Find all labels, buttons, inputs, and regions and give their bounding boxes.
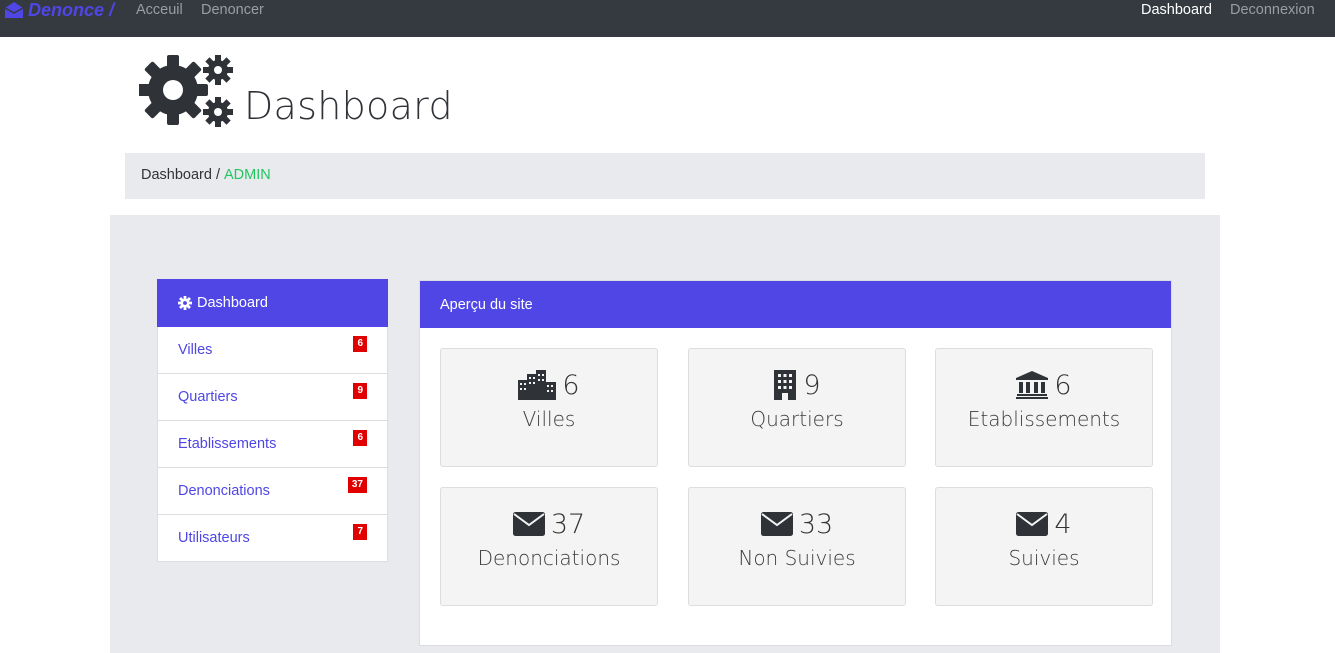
- count-badge: 7: [353, 524, 367, 540]
- sidebar-item-label: Denonciations: [178, 483, 270, 499]
- count-badge: 6: [353, 336, 367, 352]
- envelope-open-icon: [4, 2, 24, 18]
- count-badge: 37: [347, 477, 367, 493]
- stat-card-denonciations[interactable]: 37 Denonciations: [440, 487, 658, 606]
- sidebar-item-villes[interactable]: Villes 6: [157, 327, 388, 374]
- sidebar-item-etablissements[interactable]: Etablissements 6: [157, 421, 388, 468]
- sidebar: Dashboard Villes 6 Quartiers 9 Etablisse…: [157, 279, 388, 562]
- stat-card-villes[interactable]: 6 Villes: [440, 348, 658, 467]
- sidebar-item-utilisateurs[interactable]: Utilisateurs 7: [157, 515, 388, 562]
- navbar: Denonce / Acceuil Denoncer Dashboard Dec…: [0, 0, 1335, 37]
- stat-card-suivies[interactable]: 4 Suivies: [935, 487, 1153, 606]
- city-icon: [518, 370, 557, 400]
- building-icon: [774, 370, 797, 400]
- nav-deconnexion-link[interactable]: Deconnexion: [1230, 2, 1315, 18]
- sidebar-item-denonciations[interactable]: Denonciations 37: [157, 468, 388, 515]
- stat-value: 4: [1054, 508, 1072, 540]
- overview-title: Aperçu du site: [440, 296, 533, 313]
- stat-label: Non Suivies: [738, 546, 856, 570]
- stat-value: 37: [550, 508, 586, 540]
- sidebar-item-label: Etablissements: [178, 436, 277, 452]
- stat-card-quartiers[interactable]: 9 Quartiers: [688, 348, 906, 467]
- count-badge: 6: [353, 430, 367, 446]
- overview-header: Aperçu du site: [420, 281, 1171, 328]
- sidebar-item-quartiers[interactable]: Quartiers 9: [157, 374, 388, 421]
- stat-value: 9: [803, 369, 821, 401]
- sidebar-item-label: Quartiers: [178, 389, 238, 405]
- overview-card: Aperçu du site 6 Villes 9 Quartiers 6 Et…: [419, 280, 1172, 646]
- envelope-icon: [1016, 512, 1049, 536]
- nav-denoncer-link[interactable]: Denoncer: [201, 2, 264, 18]
- nav-acceuil-link[interactable]: Acceuil: [136, 2, 183, 18]
- stat-label: Denonciations: [477, 546, 621, 570]
- envelope-icon: [512, 512, 545, 536]
- cogs-icon: [139, 55, 233, 127]
- stat-card-non-suivies[interactable]: 33 Non Suivies: [688, 487, 906, 606]
- university-icon: [1016, 371, 1049, 399]
- brand-text: Denonce /: [28, 0, 115, 20]
- page-title: Dashboard: [244, 84, 453, 128]
- breadcrumb-separator: /: [215, 167, 220, 183]
- sidebar-item-label: Villes: [178, 342, 213, 358]
- sidebar-title: Dashboard: [197, 295, 268, 311]
- count-badge: 9: [353, 383, 367, 399]
- breadcrumb-current: ADMIN: [223, 167, 271, 183]
- stat-label: Villes: [522, 407, 576, 431]
- stat-card-etablissements[interactable]: 6 Etablissements: [935, 348, 1153, 467]
- stat-label: Etablissements: [967, 407, 1121, 431]
- stat-value: 6: [562, 369, 580, 401]
- breadcrumb-root[interactable]: Dashboard: [141, 167, 212, 183]
- envelope-icon: [760, 512, 793, 536]
- stat-value: 6: [1054, 369, 1072, 401]
- breadcrumb: Dashboard / ADMIN: [125, 153, 1205, 199]
- brand-link[interactable]: Denonce /: [4, 0, 114, 20]
- stat-label: Suivies: [1008, 546, 1080, 570]
- nav-dashboard-link[interactable]: Dashboard: [1141, 2, 1212, 18]
- stat-value: 33: [798, 508, 834, 540]
- sidebar-header[interactable]: Dashboard: [157, 279, 388, 327]
- sidebar-item-label: Utilisateurs: [178, 530, 250, 546]
- cog-icon: [178, 296, 192, 310]
- stat-label: Quartiers: [750, 407, 844, 431]
